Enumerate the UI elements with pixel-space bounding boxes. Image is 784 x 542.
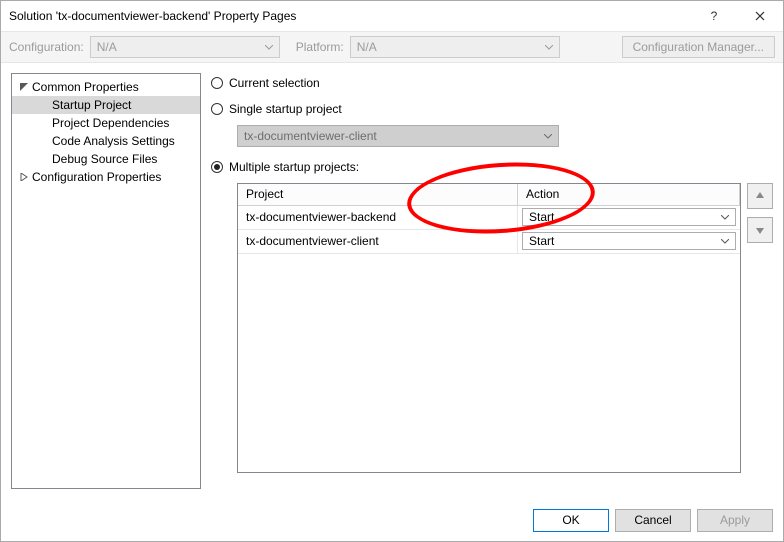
radio-icon (211, 77, 223, 89)
chevron-down-icon (265, 45, 273, 50)
reorder-buttons (747, 183, 773, 473)
content-pane: Current selection Single startup project… (211, 73, 773, 489)
dialog-body: Common Properties Startup Project Projec… (1, 63, 783, 499)
chevron-down-icon (721, 215, 729, 220)
tree-node-startup-project[interactable]: Startup Project (12, 96, 200, 114)
action-combo[interactable]: Start (522, 232, 736, 250)
help-button[interactable]: ? (691, 1, 737, 31)
single-startup-combo: tx-documentviewer-client (237, 125, 559, 147)
configuration-manager-button: Configuration Manager... (622, 36, 775, 58)
tree-label: Debug Source Files (52, 152, 157, 166)
move-down-button[interactable] (747, 217, 773, 243)
radio-current-selection[interactable]: Current selection (211, 73, 773, 93)
ok-button[interactable]: OK (533, 509, 609, 532)
close-icon (755, 11, 765, 21)
table-row[interactable]: tx-documentviewer-client Start (238, 230, 740, 254)
tree-node-common-properties[interactable]: Common Properties (12, 78, 200, 96)
cell-action[interactable]: Start (518, 230, 740, 253)
platform-combo: N/A (350, 36, 560, 58)
radio-label: Current selection (229, 76, 320, 90)
chevron-down-icon (545, 45, 553, 50)
tree-label: Startup Project (52, 98, 131, 112)
arrow-up-icon (755, 191, 765, 201)
tree-label: Configuration Properties (32, 170, 161, 184)
cancel-button[interactable]: Cancel (615, 509, 691, 532)
tree-node-debug-source[interactable]: Debug Source Files (12, 150, 200, 168)
action-combo[interactable]: Start (522, 208, 736, 226)
chevron-down-icon (544, 134, 552, 139)
radio-icon (211, 103, 223, 115)
tree-node-project-dependencies[interactable]: Project Dependencies (12, 114, 200, 132)
titlebar: Solution 'tx-documentviewer-backend' Pro… (1, 1, 783, 31)
radio-label: Multiple startup projects: (229, 160, 359, 174)
tree-node-code-analysis[interactable]: Code Analysis Settings (12, 132, 200, 150)
action-value: Start (529, 234, 721, 248)
grid-header: Project Action (238, 184, 740, 206)
window-title: Solution 'tx-documentviewer-backend' Pro… (9, 9, 691, 23)
move-up-button[interactable] (747, 183, 773, 209)
nav-tree[interactable]: Common Properties Startup Project Projec… (11, 73, 201, 489)
radio-multiple-startup[interactable]: Multiple startup projects: (211, 157, 773, 177)
col-project[interactable]: Project (238, 184, 518, 205)
radio-icon (211, 161, 223, 173)
tree-node-configuration-properties[interactable]: Configuration Properties (12, 168, 200, 186)
close-button[interactable] (737, 1, 783, 31)
tree-label: Project Dependencies (52, 116, 169, 130)
platform-label: Platform: (296, 40, 344, 54)
configuration-value: N/A (97, 40, 259, 54)
grid-area: Project Action tx-documentviewer-backend… (211, 183, 773, 473)
single-startup-value: tx-documentviewer-client (244, 129, 544, 143)
cell-action[interactable]: Start (518, 206, 740, 229)
startup-projects-grid[interactable]: Project Action tx-documentviewer-backend… (237, 183, 741, 473)
tree-label: Common Properties (32, 80, 139, 94)
action-value: Start (529, 210, 721, 224)
cell-project: tx-documentviewer-backend (238, 206, 518, 229)
radio-single-startup[interactable]: Single startup project (211, 99, 773, 119)
table-row[interactable]: tx-documentviewer-backend Start (238, 206, 740, 230)
platform-value: N/A (357, 40, 539, 54)
radio-label: Single startup project (229, 102, 342, 116)
chevron-down-icon (721, 239, 729, 244)
configuration-combo: N/A (90, 36, 280, 58)
cell-project: tx-documentviewer-client (238, 230, 518, 253)
tree-label: Code Analysis Settings (52, 134, 175, 148)
apply-button: Apply (697, 509, 773, 532)
collapse-icon (18, 83, 30, 91)
expand-icon (18, 173, 30, 181)
dialog-footer: OK Cancel Apply (1, 499, 783, 541)
toolbar: Configuration: N/A Platform: N/A Configu… (1, 31, 783, 63)
configuration-label: Configuration: (9, 40, 84, 54)
property-pages-dialog: Solution 'tx-documentviewer-backend' Pro… (0, 0, 784, 542)
col-action[interactable]: Action (518, 184, 740, 205)
arrow-down-icon (755, 225, 765, 235)
